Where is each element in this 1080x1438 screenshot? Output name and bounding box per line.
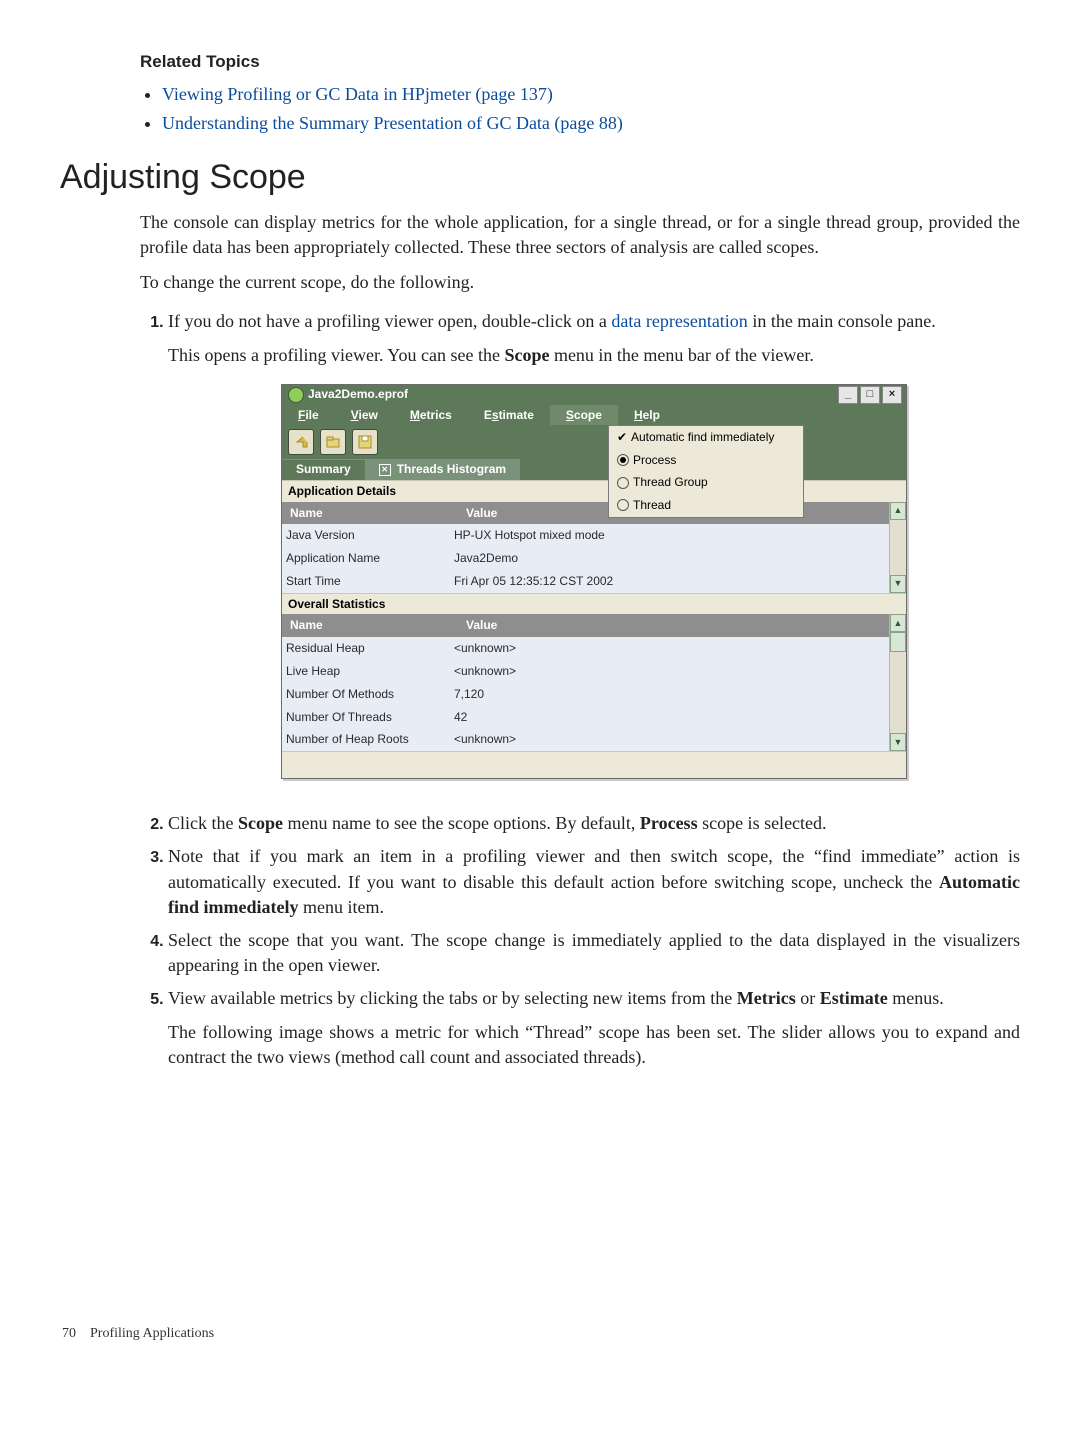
step-5: View available metrics by clicking the t… [168,982,1020,1084]
menu-help[interactable]: Help [618,405,676,425]
related-topic-link-1: Viewing Profiling or GC Data in HPjmeter… [162,80,1020,109]
toolbar [282,425,906,459]
table-row: Number Of Methods7,120 [282,683,889,706]
scroll-down-icon[interactable]: ▼ [890,733,906,751]
scope-item-process[interactable]: Process [609,449,803,472]
scrollbar-overall[interactable]: ▲ ▼ [889,614,906,751]
section-heading-adjusting-scope: Adjusting Scope [60,154,1020,202]
scope-item-auto-find[interactable]: ✔Automatic find immediately [609,426,803,449]
step-3: Note that if you mark an item in a profi… [168,840,1020,924]
link-viewing-profiling[interactable]: Viewing Profiling or GC Data in HPjmeter… [162,84,553,104]
scope-item-thread[interactable]: Thread [609,494,803,517]
table-row: Start TimeFri Apr 05 12:35:12 CST 2002 [282,570,889,593]
link-understanding-summary[interactable]: Understanding the Summary Presentation o… [162,113,623,133]
col-header-name: Name [282,614,458,637]
scroll-up-icon[interactable]: ▲ [890,614,906,632]
radio-selected-icon [617,454,629,466]
col-header-name: Name [282,502,458,525]
scrollbar-app-details[interactable]: ▲ ▼ [889,502,906,593]
tab-threads-histogram[interactable]: ✕Threads Histogram [365,459,520,480]
table-row: Live Heap<unknown> [282,660,889,683]
col-header-value: Value [458,614,505,637]
maximize-button[interactable]: □ [860,386,880,404]
related-topics-list: Viewing Profiling or GC Data in HPjmeter… [162,80,1020,138]
related-topics-heading: Related Topics [140,50,1020,74]
menu-view[interactable]: View [335,405,394,425]
minimize-button[interactable]: _ [838,386,858,404]
status-bar [282,751,906,778]
tabs: Summary ✕Threads Histogram [282,459,906,480]
save-icon[interactable] [352,429,378,455]
link-data-representation[interactable]: data representation [611,311,747,331]
table-row: Number Of Threads42 [282,706,889,729]
page-footer: 70 Profiling Applications [62,1324,1020,1344]
scroll-down-icon[interactable]: ▼ [890,575,906,593]
checkmark-icon: ✔ [617,429,631,446]
page-number: 70 [62,1326,76,1341]
profiling-viewer-window: Java2Demo.eprof _ □ × File View Metrics [281,384,907,780]
step-2: Click the Scope menu name to see the sco… [168,807,1020,840]
window-title: Java2Demo.eprof [308,386,838,403]
scroll-up-icon[interactable]: ▲ [890,502,906,520]
table-row: Application NameJava2Demo [282,547,889,570]
application-details-grid: Java VersionHP-UX Hotspot mixed mode App… [282,524,889,592]
window-titlebar[interactable]: Java2Demo.eprof _ □ × [282,385,906,405]
overall-statistics-grid: Residual Heap<unknown> Live Heap<unknown… [282,637,889,751]
scroll-thumb[interactable] [890,632,906,652]
tab-close-icon[interactable]: ✕ [379,464,391,476]
menu-scope[interactable]: Scope [550,405,618,425]
menubar: File View Metrics Estimate Scope Help [282,405,906,425]
menu-metrics[interactable]: Metrics [394,405,468,425]
open-file-icon[interactable] [320,429,346,455]
grid-header: Name Value [282,614,889,637]
step-5-sub: The following image shows a metric for w… [168,1020,1020,1070]
step-1-sub: This opens a profiling viewer. You can s… [168,343,1020,368]
radio-icon [617,499,629,511]
tab-summary[interactable]: Summary [282,459,365,480]
radio-icon [617,477,629,489]
intro-paragraph-2: To change the current scope, do the foll… [140,270,1020,295]
close-button[interactable]: × [882,386,902,404]
related-topic-link-2: Understanding the Summary Presentation o… [162,109,1020,138]
step-1: If you do not have a profiling viewer op… [168,305,1020,807]
table-row: Number of Heap Roots<unknown> [282,728,889,751]
table-row: Residual Heap<unknown> [282,637,889,660]
table-row: Java VersionHP-UX Hotspot mixed mode [282,524,889,547]
intro-paragraph-1: The console can display metrics for the … [140,210,1020,260]
app-icon [288,387,304,403]
menu-estimate[interactable]: Estimate [468,405,550,425]
footer-chapter: Profiling Applications [90,1326,214,1341]
scope-dropdown: ✔Automatic find immediately Process Thre… [608,425,804,518]
col-header-value: Value [458,502,505,525]
scope-item-thread-group[interactable]: Thread Group [609,471,803,494]
section-application-details: Application Details [282,480,906,502]
section-overall-statistics: Overall Statistics [282,593,906,615]
menu-file[interactable]: File [282,405,335,425]
back-icon[interactable] [288,429,314,455]
step-4: Select the scope that you want. The scop… [168,924,1020,982]
